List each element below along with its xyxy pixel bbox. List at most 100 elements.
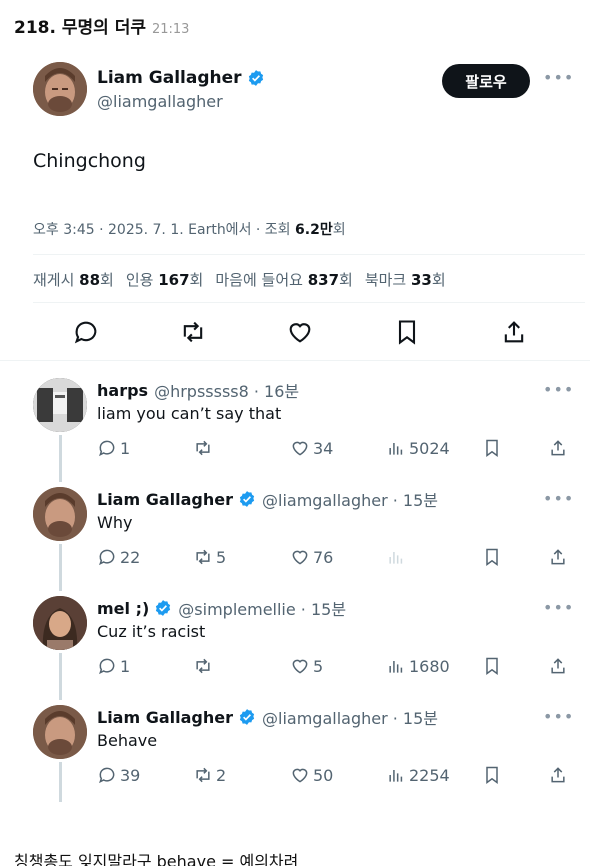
view-count[interactable]: 2254 xyxy=(386,765,450,785)
avatar[interactable] xyxy=(33,62,87,116)
share-button[interactable] xyxy=(548,438,571,458)
repost-icon[interactable] xyxy=(179,318,207,346)
reply-text: liam you can’t say that xyxy=(97,404,282,423)
bookmark-button[interactable] xyxy=(482,656,505,676)
repost-icon xyxy=(196,767,210,783)
reply-author-handle[interactable]: @simplemellie · 15분 xyxy=(178,596,346,620)
share-button[interactable] xyxy=(548,547,571,567)
reply-actions: 1 34 5024 xyxy=(0,438,600,460)
reply-header: Liam Gallagher @liamgallagher · 15분 xyxy=(97,487,438,511)
view-suffix: 회 xyxy=(332,222,346,238)
post-caption: 칭챙총도 잊지말라구 behave = 예의차려 xyxy=(14,852,299,866)
more-options-icon[interactable]: ••• xyxy=(543,707,574,726)
repost-count[interactable] xyxy=(193,438,216,458)
reply-icon xyxy=(99,549,115,566)
reply-actions: 39 2 50 2254 xyxy=(0,765,600,787)
reply-icon xyxy=(99,440,115,457)
like-count[interactable]: 5 xyxy=(290,656,323,676)
liam-avatar-image xyxy=(33,705,87,759)
reply-count[interactable]: 1 xyxy=(97,438,130,458)
reply-item[interactable]: mel ;) @simplemellie · 15분 ••• Cuz it’s … xyxy=(0,596,600,705)
author-name[interactable]: Liam Gallagher xyxy=(97,68,265,88)
reply-author-name[interactable]: Liam Gallagher xyxy=(97,490,233,509)
more-options-icon[interactable]: ••• xyxy=(543,489,574,508)
view-count[interactable]: 5024 xyxy=(386,438,450,458)
tweet-text: Chingchong xyxy=(33,150,146,172)
liam-avatar-image xyxy=(33,62,87,116)
bookmark-icon xyxy=(486,548,498,566)
more-options-icon[interactable]: ••• xyxy=(543,380,574,399)
repost-icon xyxy=(196,658,210,674)
repost-count[interactable] xyxy=(193,656,216,676)
like-icon xyxy=(292,441,308,456)
repost-count[interactable]: 5 xyxy=(193,547,226,567)
share-button[interactable] xyxy=(548,656,571,676)
share-icon xyxy=(551,440,565,456)
like-icon[interactable] xyxy=(286,318,314,346)
verified-badge-icon xyxy=(239,709,255,725)
bookmark-stat[interactable]: 북마크 33회 xyxy=(365,269,446,290)
reply-item[interactable]: Liam Gallagher @liamgallagher · 15분 ••• … xyxy=(0,487,600,596)
bookmark-icon xyxy=(486,657,498,675)
like-icon xyxy=(292,659,308,674)
reply-author-name[interactable]: mel ;) xyxy=(97,599,149,618)
view-count[interactable]: 1680 xyxy=(386,656,450,676)
reply-count[interactable]: 39 xyxy=(97,765,140,785)
follow-button[interactable]: 팔로우 xyxy=(442,64,530,98)
more-options-icon[interactable]: ••• xyxy=(543,598,574,617)
meta-prefix: 오후 3:45 · 2025. 7. 1. Earth에서 · 조회 xyxy=(33,222,296,238)
like-count[interactable]: 76 xyxy=(290,547,333,567)
like-count[interactable]: 50 xyxy=(290,765,333,785)
verified-badge-icon xyxy=(156,600,171,616)
like-count[interactable]: 34 xyxy=(290,438,333,458)
bookmark-button[interactable] xyxy=(482,438,505,458)
view-count[interactable] xyxy=(386,547,409,567)
reply-author-handle[interactable]: @liamgallagher · 15분 xyxy=(262,487,438,511)
author-handle[interactable]: @liamgallagher xyxy=(97,92,223,111)
author-name-text[interactable]: Liam Gallagher xyxy=(97,68,242,88)
divider xyxy=(0,360,590,361)
more-options-icon[interactable]: ••• xyxy=(543,68,574,87)
reply-text: Behave xyxy=(97,731,158,750)
reply-author-name[interactable]: harps xyxy=(97,381,148,400)
analytics-icon xyxy=(389,661,403,673)
bookmark-button[interactable] xyxy=(482,547,505,567)
reply-author-handle[interactable]: @liamgallagher · 15분 xyxy=(262,705,438,729)
reply-icon[interactable] xyxy=(72,318,100,346)
like-icon xyxy=(292,768,308,783)
reply-header: mel ;) @simplemellie · 15분 xyxy=(97,596,346,620)
repost-icon xyxy=(196,549,210,565)
quote-stat[interactable]: 인용 167회 xyxy=(126,269,204,290)
analytics-icon xyxy=(389,770,403,782)
liam-avatar-image xyxy=(33,487,87,541)
avatar[interactable] xyxy=(33,487,87,541)
reply-count[interactable]: 22 xyxy=(97,547,140,567)
reply-author-handle[interactable]: @hrpsssss8 · 16분 xyxy=(154,378,299,402)
reply-author-name[interactable]: Liam Gallagher xyxy=(97,708,233,727)
mel-avatar-image xyxy=(33,596,87,650)
avatar[interactable] xyxy=(33,378,87,432)
engagement-stats: 재게시 88회 인용 167회 마음에 들어요 837회 북마크 33회 xyxy=(33,269,446,290)
bookmark-icon xyxy=(486,439,498,457)
reply-item[interactable]: Liam Gallagher @liamgallagher · 15분 ••• … xyxy=(0,705,600,814)
avatar[interactable] xyxy=(33,596,87,650)
bookmark-button[interactable] xyxy=(482,765,505,785)
reply-count[interactable]: 1 xyxy=(97,656,130,676)
tweet-actions xyxy=(0,318,600,348)
share-icon xyxy=(551,767,565,783)
share-icon[interactable] xyxy=(500,318,528,346)
reply-header: harps @hrpsssss8 · 16분 xyxy=(97,378,299,402)
divider xyxy=(33,302,585,303)
repost-stat[interactable]: 재게시 88회 xyxy=(33,269,114,290)
repost-count[interactable]: 2 xyxy=(193,765,226,785)
avatar[interactable] xyxy=(33,705,87,759)
post-header: 218. 무명의 더쿠 21:13 xyxy=(14,13,189,38)
like-stat[interactable]: 마음에 들어요 837회 xyxy=(215,269,352,290)
reply-icon xyxy=(99,767,115,784)
share-button[interactable] xyxy=(548,765,571,785)
bookmark-icon[interactable] xyxy=(393,318,421,346)
verified-badge-icon xyxy=(239,491,255,507)
reply-item[interactable]: harps @hrpsssss8 · 16분 ••• liam you can’… xyxy=(0,378,600,487)
reply-actions: 22 5 76 xyxy=(0,547,600,569)
harps-avatar-image xyxy=(33,378,87,432)
